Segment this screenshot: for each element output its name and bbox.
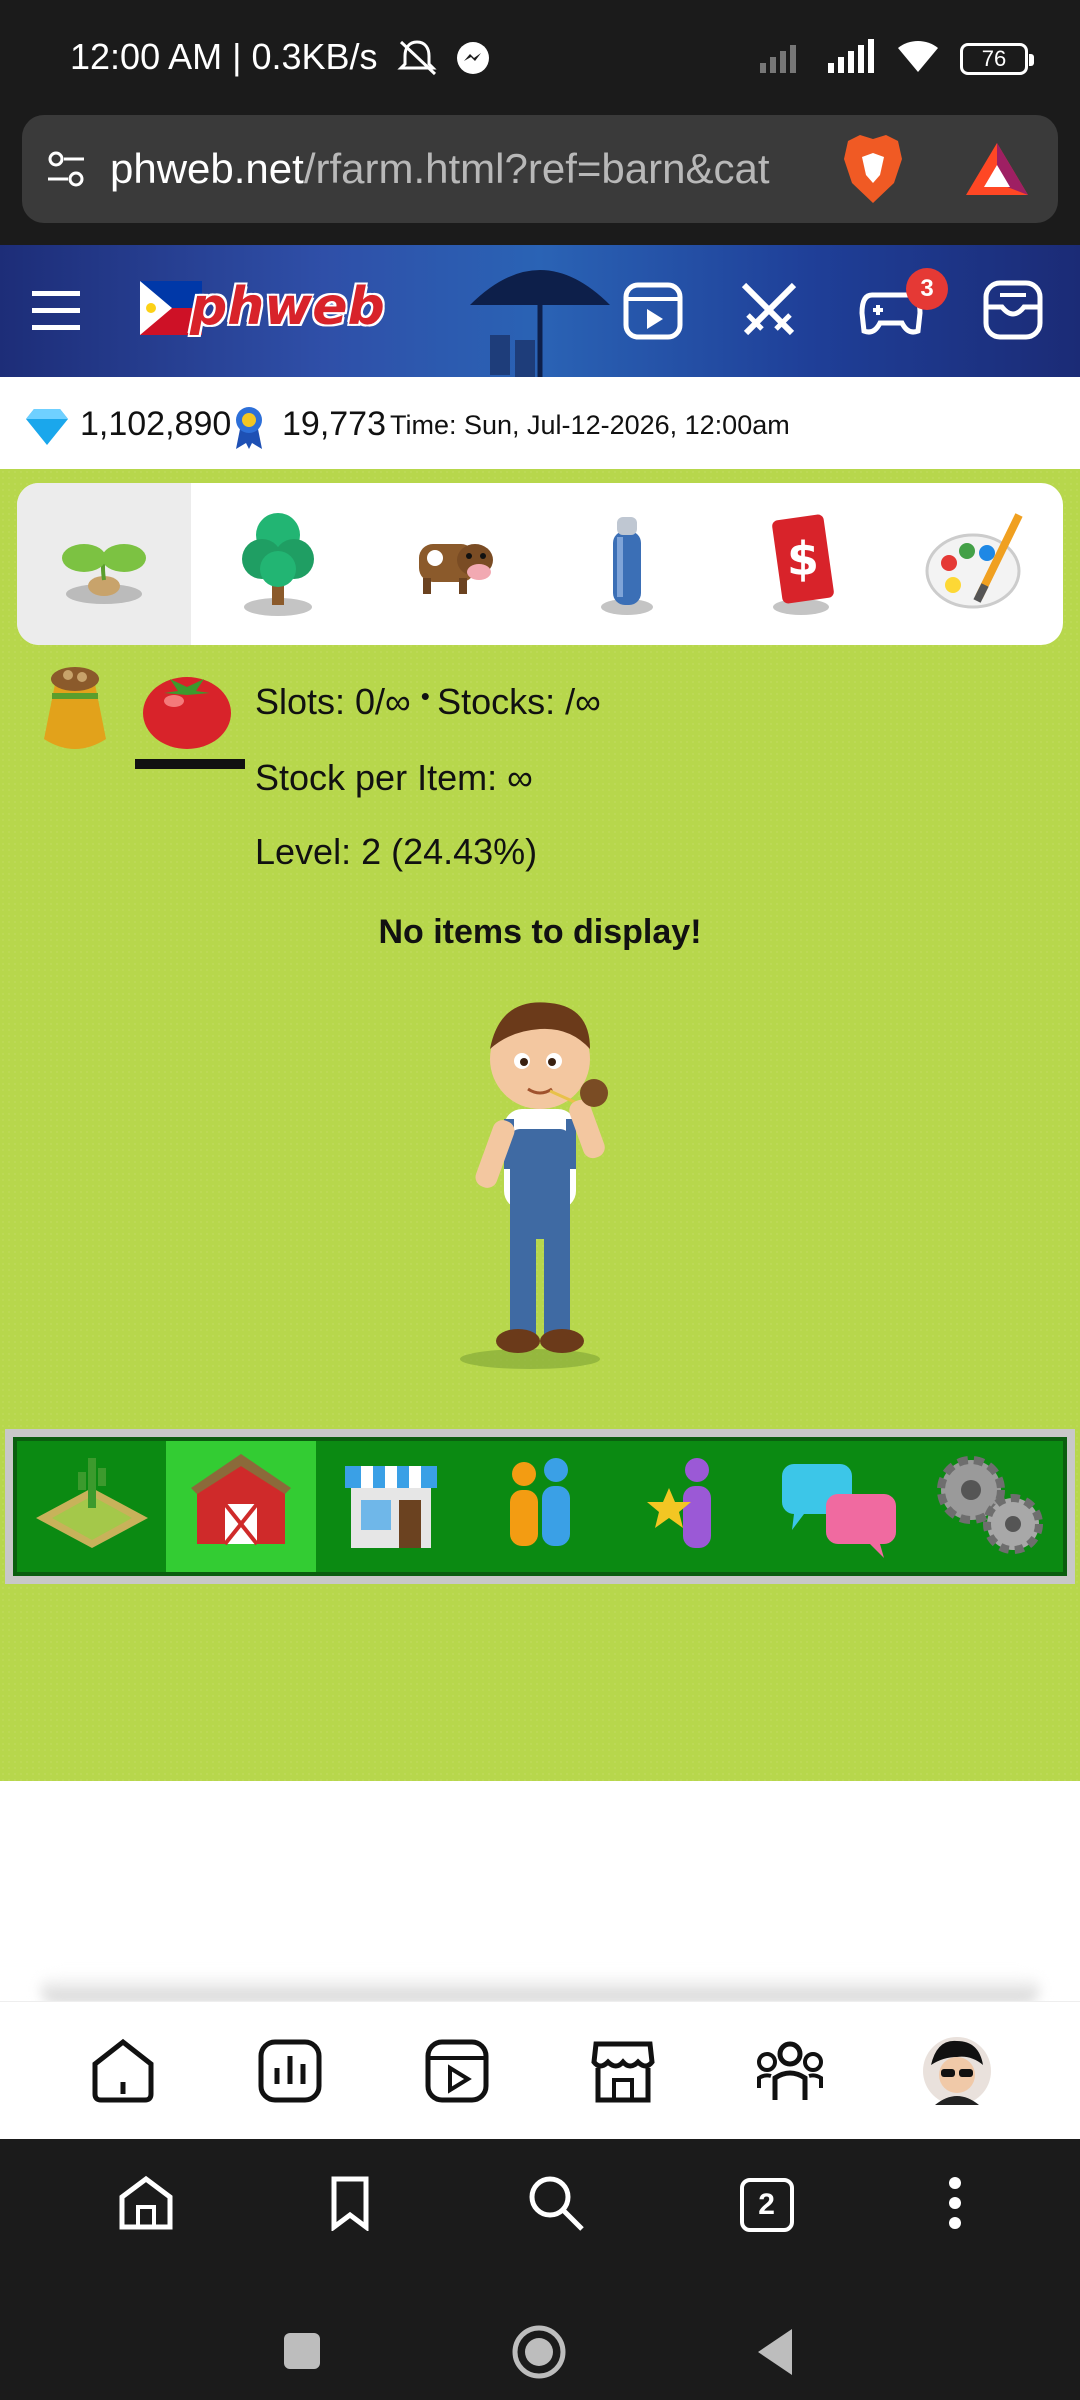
site-logo[interactable]: phweb (140, 275, 385, 341)
videos-icon[interactable] (412, 2026, 502, 2116)
tab-animals[interactable] (366, 483, 540, 645)
ribbon-count: 19,773 (282, 405, 386, 443)
farm-field-icon (32, 1444, 152, 1569)
messenger-icon (455, 40, 491, 81)
gears-icon (923, 1444, 1053, 1569)
slots-text: Slots: 0/∞ (255, 681, 411, 722)
game-time: Time: Sun, Jul-12-2026, 12:00am (390, 410, 790, 440)
tab-seeds[interactable] (17, 483, 192, 645)
signal-icon (826, 39, 876, 78)
tabs-button[interactable]: 2 (739, 2178, 794, 2232)
battery-indicator: 76 (960, 42, 1034, 75)
farm-area: $ Slots: 0/∞ • Stocks: /∞ Stock per Item… (0, 469, 1080, 1781)
tab-trees[interactable] (191, 483, 365, 645)
site-logo-text: phweb (190, 277, 385, 337)
wifi-icon (894, 38, 942, 79)
palette-icon (921, 507, 1031, 622)
nav-chat[interactable] (764, 1441, 913, 1572)
community-icon[interactable] (745, 2026, 835, 2116)
back-icon[interactable] (754, 2327, 796, 2382)
farm-navigation (5, 1429, 1075, 1584)
separator-dot: • (420, 681, 438, 711)
tomato-icon[interactable] (140, 665, 234, 756)
nav-barn[interactable] (166, 1441, 316, 1572)
stock-per-item-text: Stock per Item: ∞ (255, 757, 533, 798)
star-user-icon (629, 1444, 749, 1569)
video-icon[interactable] (620, 277, 686, 343)
home-nav-icon[interactable] (510, 2323, 568, 2386)
diamond-count: 1,102,890 (80, 405, 232, 443)
sprout-icon (56, 514, 152, 615)
chat-bubbles-icon (774, 1444, 904, 1569)
stocks-text: Stocks: /∞ (437, 681, 601, 722)
inbox-icon[interactable] (980, 277, 1046, 343)
swords-icon[interactable] (736, 277, 802, 343)
notification-badge: 3 (906, 268, 948, 310)
menu-icon[interactable] (32, 287, 82, 340)
stats-icon[interactable] (245, 2026, 335, 2116)
slots-stocks-line: Slots: 0/∞ • Stocks: /∞ (255, 681, 601, 723)
level-text: Level: 2 (24.43%) (255, 831, 538, 872)
home-icon[interactable] (78, 2026, 168, 2116)
more-options-icon[interactable] (947, 2175, 963, 2236)
address-bar[interactable]: phweb.net/rfarm.html?ref=barn&cat (22, 115, 1058, 223)
site-bottom-nav (0, 2001, 1080, 2139)
tree-icon (230, 507, 326, 622)
spray-can-icon (579, 507, 675, 622)
tab-cash[interactable]: $ (714, 483, 888, 645)
tab-supplies[interactable] (540, 483, 714, 645)
browser-toolbar: phweb.net/rfarm.html?ref=barn&cat (0, 115, 1080, 245)
category-tabs: $ (17, 483, 1063, 645)
farmer-character-image (440, 989, 640, 1369)
status-time: 12:00 AM | 0.3KB/s (70, 36, 378, 77)
recents-icon[interactable] (282, 2331, 322, 2376)
store-icon[interactable] (578, 2026, 668, 2116)
seed-bag-icon[interactable] (32, 659, 118, 764)
barn-stats: Slots: 0/∞ • Stocks: /∞ Stock per Item: … (0, 659, 1080, 919)
mute-icon (395, 38, 439, 83)
cow-icon (405, 514, 501, 615)
site-settings-icon[interactable] (44, 147, 88, 196)
diamond-icon (26, 407, 68, 450)
tab-decorations[interactable] (888, 483, 1062, 645)
avatar[interactable] (912, 2026, 1002, 2116)
page-blank-area (0, 1781, 1080, 2001)
system-nav-bar (0, 2271, 1080, 2400)
brave-rewards-icon[interactable] (962, 139, 1032, 204)
money-card-icon: $ (753, 507, 849, 622)
info-bar: 1,102,890 19,773 Time: Sun, Jul-12-2026,… (0, 377, 1080, 469)
nav-farm[interactable] (17, 1441, 166, 1572)
site-header: phweb (0, 245, 1080, 377)
nav-shop[interactable] (316, 1441, 465, 1572)
url-path: /rfarm.html?ref=barn&cat (303, 145, 770, 192)
browser-home-icon[interactable] (117, 2175, 175, 2236)
ribbon-icon (232, 405, 266, 454)
url-text[interactable]: phweb.net/rfarm.html?ref=barn&cat (110, 145, 830, 193)
nav-neighbors[interactable] (465, 1441, 614, 1572)
browser-bottom-bar: 2 (0, 2139, 1080, 2271)
shop-icon (331, 1444, 451, 1569)
empty-message: No items to display! (378, 913, 702, 951)
barn-icon (181, 1444, 301, 1569)
brave-shield-icon[interactable] (840, 133, 906, 210)
selected-item-indicator (135, 759, 245, 769)
signal-weak-icon (758, 39, 808, 78)
search-icon[interactable] (526, 2173, 586, 2238)
header-umbrella-illustration (470, 270, 610, 377)
url-host: phweb.net (110, 145, 304, 192)
status-bar: 12:00 AM | 0.3KB/s 76 (0, 0, 1080, 115)
friends-icon (480, 1444, 600, 1569)
footer-shadow (40, 1975, 1040, 2003)
svg-text:$: $ (787, 532, 819, 586)
bookmark-icon[interactable] (328, 2175, 372, 2236)
nav-settings[interactable] (914, 1441, 1063, 1572)
nav-profile[interactable] (615, 1441, 764, 1572)
